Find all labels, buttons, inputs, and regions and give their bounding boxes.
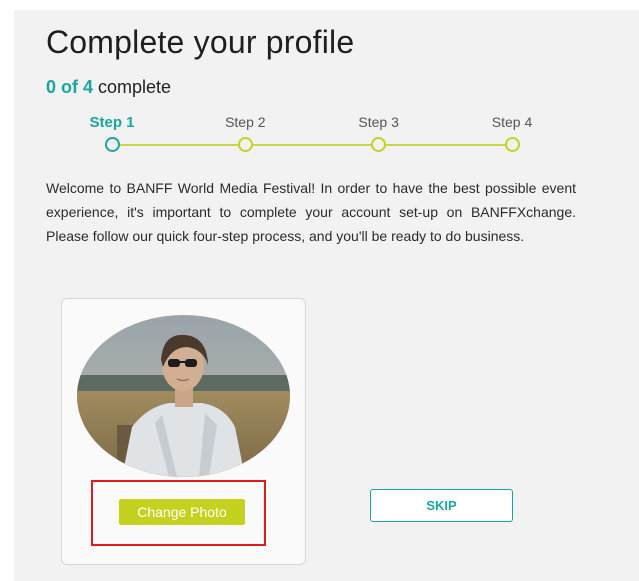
change-photo-button[interactable]: Change Photo <box>119 499 245 525</box>
step-label: Step 4 <box>491 114 533 130</box>
step-dot-icon <box>104 137 120 152</box>
step-label: Step 2 <box>225 114 266 130</box>
progress-count: 0 of 4 <box>46 77 94 97</box>
step-4[interactable]: Step 4 <box>472 114 552 152</box>
step-connector-line <box>112 144 512 146</box>
step-dot-icon <box>504 137 520 152</box>
step-label: Step 3 <box>358 114 399 130</box>
step-dot-icon <box>371 137 387 152</box>
step-dot-icon <box>237 137 253 152</box>
welcome-message: Welcome to BANFF World Media Festival! I… <box>46 180 576 244</box>
step-3[interactable]: Step 3 <box>339 114 419 152</box>
progress-summary: 0 of 4 complete <box>46 77 171 98</box>
step-progress: Step 1 Step 2 Step 3 Step 4 <box>89 114 532 154</box>
skip-button[interactable]: SKIP <box>370 489 513 522</box>
progress-suffix: complete <box>98 77 172 97</box>
step-label: Step 1 <box>89 114 135 131</box>
profile-photo-illustration <box>77 315 290 477</box>
page-title: Complete your profile <box>46 24 355 60</box>
profile-photo <box>77 315 290 477</box>
step-1[interactable]: Step 1 <box>72 114 152 152</box>
step-2[interactable]: Step 2 <box>205 114 285 152</box>
